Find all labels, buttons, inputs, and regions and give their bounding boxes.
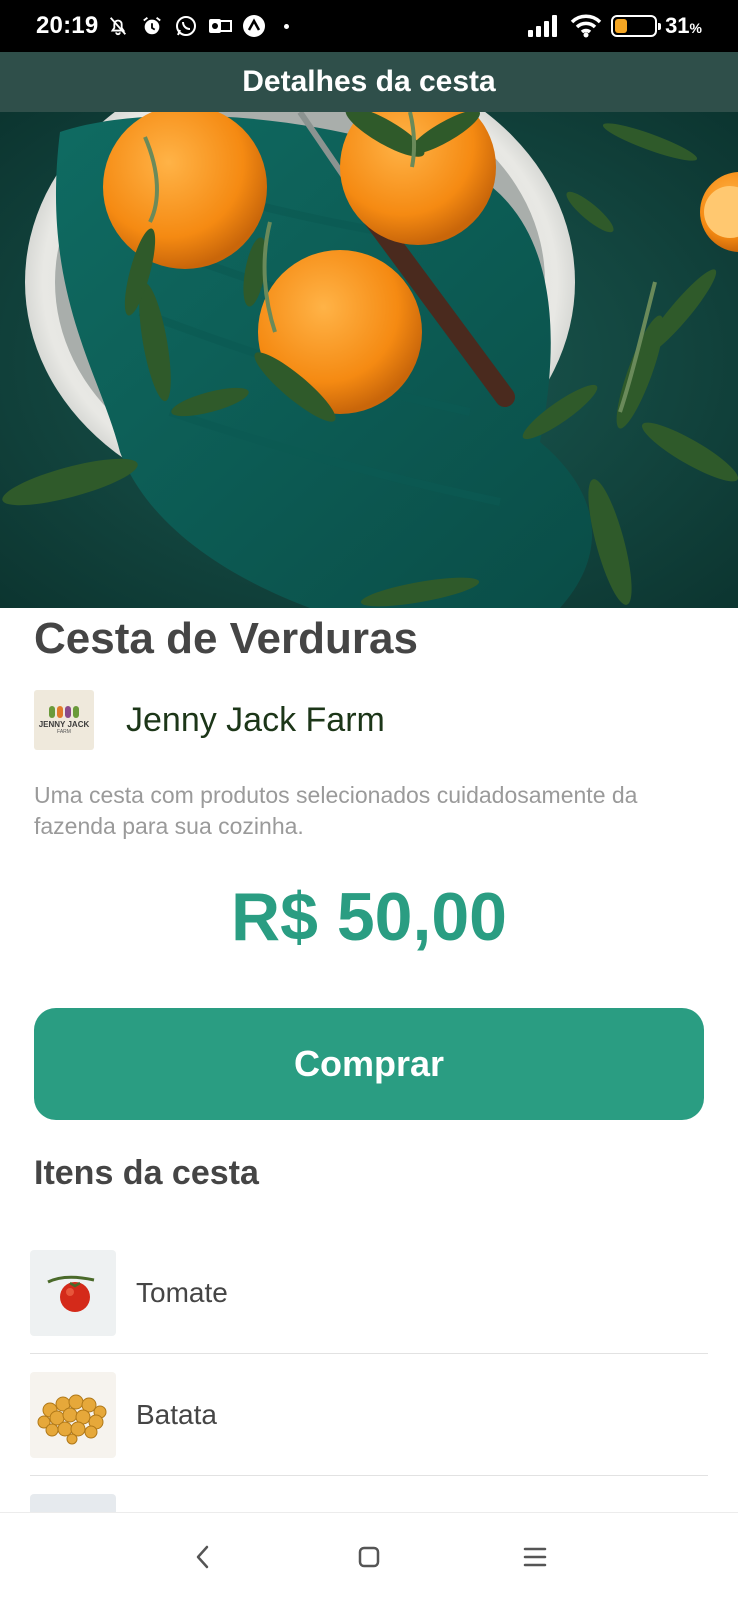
bell-off-icon [106, 14, 130, 38]
menu-icon[interactable] [515, 1537, 555, 1577]
product-description: Uma cesta com produtos selecionados cuid… [34, 782, 638, 839]
status-time: 20:19 [36, 12, 99, 39]
app-icon [242, 14, 266, 38]
outlook-icon [208, 14, 233, 38]
list-item[interactable]: Batata [30, 1354, 708, 1476]
farm-name: Jenny Jack Farm [126, 700, 385, 739]
farm-logo-sub: FARM [57, 728, 71, 735]
product-title: Cesta de Verduras [34, 614, 418, 663]
status-bar: 20:19 31% [0, 0, 738, 52]
home-icon[interactable] [349, 1537, 389, 1577]
potato-image [30, 1371, 116, 1458]
battery-level [615, 19, 627, 33]
back-icon[interactable] [183, 1537, 223, 1577]
basket-hero-image [0, 112, 738, 608]
dot-icon [284, 23, 290, 29]
tomato-image [30, 1249, 116, 1336]
notification-icons [106, 14, 290, 38]
page-title: Detalhes da cesta [242, 65, 496, 98]
product-details: Cesta de Verduras JENNY JACK FARM Jenny … [34, 608, 704, 1193]
battery-percent: 31% [665, 13, 702, 38]
battery-icon [611, 15, 662, 37]
farm-logo: JENNY JACK FARM [34, 690, 94, 750]
list-item[interactable]: Tomate [30, 1232, 708, 1354]
wifi-icon [569, 14, 603, 38]
farm-row[interactable]: JENNY JACK FARM Jenny Jack Farm [34, 690, 704, 750]
signal-icon [527, 14, 561, 38]
product-price: R$ 50,00 [231, 879, 507, 955]
whatsapp-icon [174, 14, 198, 38]
items-section-title: Itens da cesta [34, 1154, 259, 1192]
status-right: 31% [527, 13, 702, 39]
item-name: Tomate [136, 1276, 228, 1308]
vegetables-icon [49, 705, 79, 718]
system-nav-bar [0, 1512, 738, 1600]
list-item[interactable] [30, 1476, 708, 1514]
basket-items-list[interactable]: Tomate Batata [30, 1232, 708, 1514]
alarm-icon [140, 14, 164, 38]
farm-logo-text: JENNY JACK [38, 719, 90, 729]
vegetable-image [30, 1493, 116, 1514]
buy-button[interactable]: Comprar [34, 1008, 704, 1120]
app-header: Detalhes da cesta [0, 52, 738, 112]
item-name: Batata [136, 1398, 217, 1430]
